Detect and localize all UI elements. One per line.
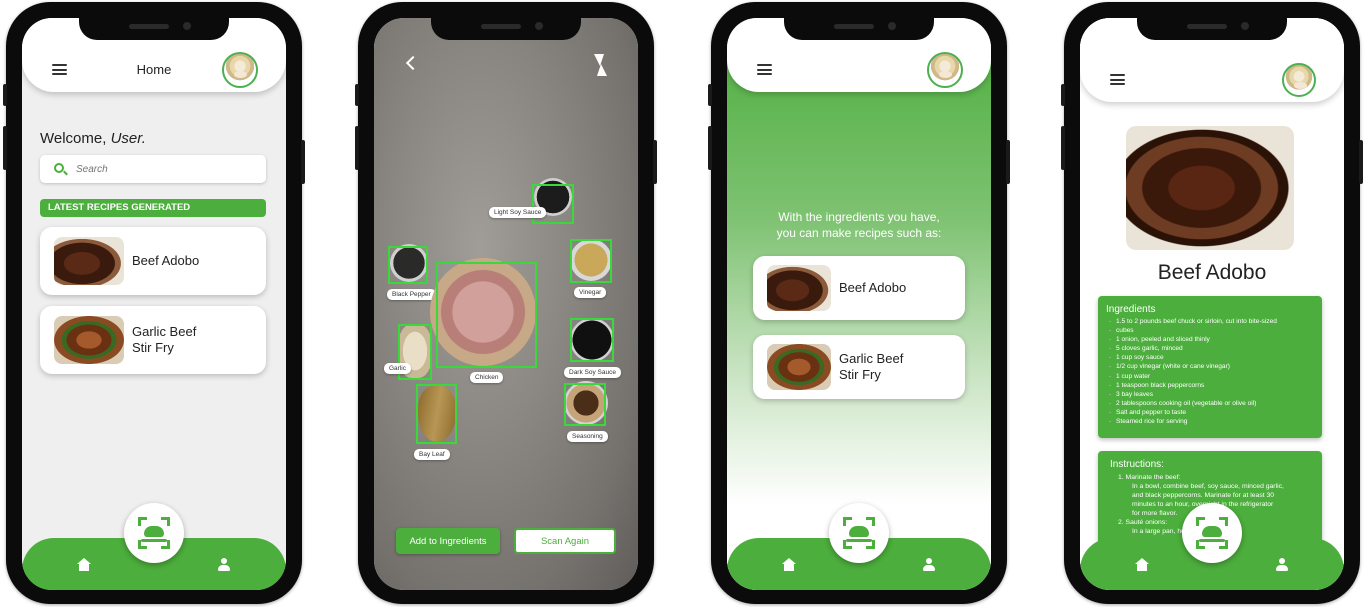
recipe-name: Beef Adobo <box>839 280 907 295</box>
ingredient-item: 2 tablespoons cooking oil (vegetable or … <box>1106 399 1314 408</box>
screen-scan: Light Soy Sauce Black Pepper Vinegar Chi… <box>374 18 638 590</box>
recipe-name: Garlic Beef Stir Fry <box>132 324 197 355</box>
detection-box[interactable] <box>436 262 537 368</box>
scan-again-button[interactable]: Scan Again <box>514 528 616 554</box>
detection-box[interactable] <box>564 383 606 426</box>
add-to-ingredients-button[interactable]: Add to Ingredients <box>396 528 500 554</box>
scan-icon <box>849 526 869 537</box>
scan-icon <box>144 526 164 537</box>
search-icon <box>54 163 64 173</box>
scan-button[interactable] <box>829 503 889 563</box>
recipe-thumbnail <box>54 237 124 285</box>
instruction-detail: and black peppercorns. Marinate for at l… <box>1132 492 1275 499</box>
detection-box[interactable] <box>416 384 457 444</box>
recipe-thumbnail <box>54 316 124 364</box>
ingredient-item: 5 cloves garlic, minced <box>1106 344 1314 353</box>
ingredient-item: Steamed rice for serving <box>1106 417 1314 426</box>
instructions-heading: Instructions: <box>1110 459 1164 470</box>
search-input[interactable] <box>76 160 256 178</box>
detection-box[interactable] <box>570 239 612 283</box>
recipe-image <box>1126 126 1294 250</box>
instruction-step: 1. Marinate the beef: <box>1118 474 1181 481</box>
screen-suggestions: With the ingredients you have, you can ma… <box>727 18 991 590</box>
detection-label: Dark Soy Sauce <box>564 367 621 378</box>
ingredients-list: 1.5 to 2 pounds beef chuck or sirloin, c… <box>1106 317 1314 426</box>
phone-home: Home Welcome, User. LATEST RECIPES GENER… <box>3 2 305 604</box>
detection-box[interactable] <box>570 318 614 362</box>
screen-recipe-detail: Beef Adobo Ingredients 1.5 to 2 pounds b… <box>1080 18 1344 590</box>
detection-box[interactable] <box>388 246 428 284</box>
recipe-name: Garlic Beef Stir Fry <box>839 351 904 382</box>
ingredient-item: Salt and pepper to taste <box>1106 408 1314 417</box>
phone-suggestions: With the ingredients you have, you can ma… <box>708 2 1010 604</box>
detection-label: Garlic <box>384 363 411 374</box>
recipe-name: Beef Adobo <box>132 253 200 268</box>
ingredient-item: 1 cup water <box>1106 372 1314 381</box>
detection-label: Chicken <box>470 372 504 383</box>
avatar[interactable] <box>1282 63 1316 97</box>
ingredient-item: 1 onion, peeled and sliced thinly <box>1106 335 1314 344</box>
flash-icon[interactable] <box>592 54 607 76</box>
detection-label: Light Soy Sauce <box>489 207 547 218</box>
avatar[interactable] <box>222 52 258 88</box>
recipe-card-beef-adobo[interactable]: Beef Adobo <box>40 227 266 295</box>
recipe-title: Beef Adobo <box>1157 261 1267 284</box>
ingredients-panel: Ingredients 1.5 to 2 pounds beef chuck o… <box>1098 296 1322 438</box>
home-icon[interactable] <box>1135 558 1149 572</box>
phone-recipe-detail: Beef Adobo Ingredients 1.5 to 2 pounds b… <box>1061 2 1363 604</box>
section-title: LATEST RECIPES GENERATED <box>40 199 266 217</box>
avatar[interactable] <box>927 52 963 88</box>
ingredient-item: 3 bay leaves <box>1106 390 1314 399</box>
ingredients-heading: Ingredients <box>1106 304 1156 315</box>
recipe-thumbnail <box>767 265 831 311</box>
user-icon[interactable] <box>217 558 231 572</box>
recipe-card-garlic-beef[interactable]: Garlic Beef Stir Fry <box>40 306 266 374</box>
welcome-text: Welcome, User. <box>40 130 146 147</box>
detection-box[interactable] <box>532 184 574 224</box>
instruction-detail: In a bowl, combine beef, soy sauce, minc… <box>1132 483 1284 490</box>
recipe-card-beef-adobo[interactable]: Beef Adobo <box>753 256 965 320</box>
detection-label: Vinegar <box>574 287 607 298</box>
recipe-thumbnail <box>767 344 831 390</box>
ingredient-item: 1/2 cup vinegar (white or cane vinegar) <box>1106 362 1314 371</box>
recipe-card-garlic-beef[interactable]: Garlic Beef Stir Fry <box>753 335 965 399</box>
search-bar[interactable] <box>40 155 266 183</box>
ingredient-item: 1 cup soy sauce <box>1106 353 1314 362</box>
phone-scan: Light Soy Sauce Black Pepper Vinegar Chi… <box>355 2 657 604</box>
home-icon[interactable] <box>782 558 796 572</box>
user-icon[interactable] <box>1275 558 1289 572</box>
detection-label: Seasoning <box>567 431 608 442</box>
user-icon[interactable] <box>922 558 936 572</box>
hamburger-icon[interactable] <box>1110 74 1125 85</box>
ingredient-item: cubes <box>1106 326 1314 335</box>
detection-label: Black Pepper <box>387 289 436 300</box>
detection-label: Bay Leaf <box>414 449 450 460</box>
scan-button[interactable] <box>124 503 184 563</box>
scan-button[interactable] <box>1182 503 1242 563</box>
ingredient-item: 1.5 to 2 pounds beef chuck or sirloin, c… <box>1106 317 1314 326</box>
scan-icon <box>1202 526 1222 537</box>
screen-home: Home Welcome, User. LATEST RECIPES GENER… <box>22 18 286 590</box>
suggestion-message: With the ingredients you have, you can ma… <box>776 210 942 240</box>
ingredient-item: 1 teaspoon black peppercorns <box>1106 381 1314 390</box>
hamburger-icon[interactable] <box>757 64 772 75</box>
home-icon[interactable] <box>77 558 91 572</box>
